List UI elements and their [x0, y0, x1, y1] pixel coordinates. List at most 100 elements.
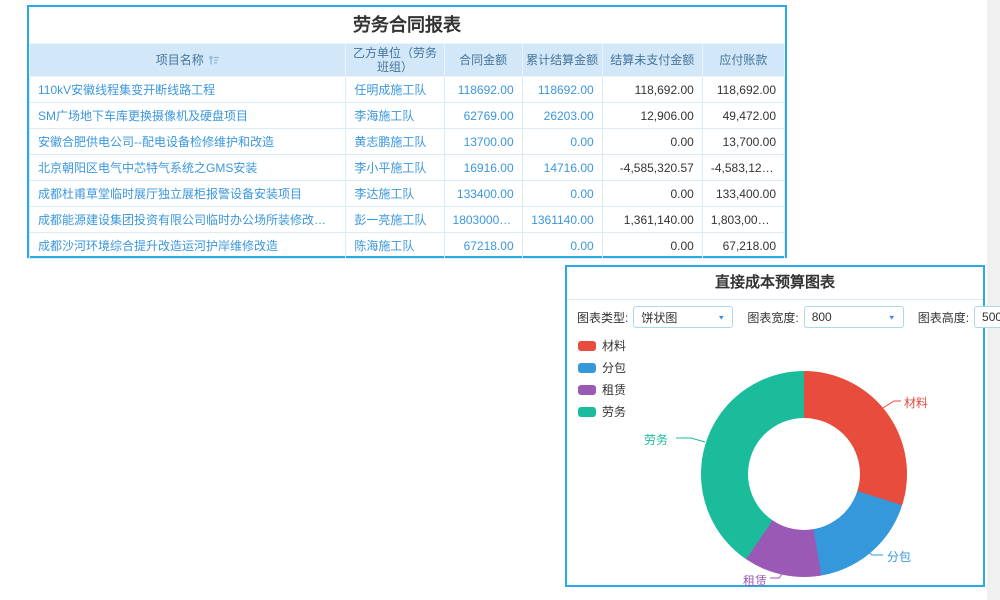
table-cell: 26203.00: [522, 103, 602, 129]
chart-width-value: 800: [812, 310, 832, 324]
table-row: 成都能源建设集团投资有限公司临时办公场所装修改造工程EPC彭一亮施工队18030…: [30, 207, 785, 233]
slice-label-subcontract: 分包: [887, 548, 911, 565]
table-cell: 0.00: [522, 181, 602, 207]
table-cell: -4,583,120.57: [702, 155, 784, 181]
table-header-row: 项目名称 乙方单位（劳务班组） 合同金额 累计结算金额 结算未支付金额: [30, 44, 785, 77]
table-cell: 1361140.00: [522, 207, 602, 233]
table-cell: 13,700.00: [702, 129, 784, 155]
table-cell: 1803000.00: [444, 207, 522, 233]
table-body: 110kV安徽线程集变开断线路工程任明成施工队118692.00118692.0…: [30, 77, 785, 259]
legend-label: 劳务: [602, 403, 626, 420]
chart-type-select[interactable]: 饼状图 ▼: [633, 306, 733, 328]
column-header-label: 项目名称: [156, 53, 204, 67]
column-header-payable: 应付账款: [702, 44, 784, 77]
table-cell: 49,472.00: [702, 103, 784, 129]
slice-label-rental: 租赁: [743, 572, 767, 589]
table-cell: 0.00: [602, 233, 702, 259]
table-cell: 0.00: [602, 181, 702, 207]
table-row: 成都沙河环境综合提升改造运河护岸维修改造陈海施工队67218.000.000.0…: [30, 233, 785, 259]
table-cell: 0.00: [522, 129, 602, 155]
chart-height-select[interactable]: 500 ▼: [974, 306, 1000, 328]
table-cell: 黄志鹏施工队: [346, 129, 444, 155]
project-name-link[interactable]: 成都能源建设集团投资有限公司临时办公场所装修改造工程EPC: [30, 207, 346, 233]
legend-item[interactable]: 劳务: [578, 403, 626, 420]
chart-width-control: 图表宽度: 800 ▼: [747, 306, 903, 328]
labor-contract-table: 项目名称 乙方单位（劳务班组） 合同金额 累计结算金额 结算未支付金额: [29, 43, 785, 259]
table-cell: 彭一亮施工队: [346, 207, 444, 233]
table-cell: -4,585,320.57: [602, 155, 702, 181]
report-title: 劳务合同报表: [29, 7, 785, 43]
page-right-margin: [987, 0, 1000, 600]
chevron-down-icon: ▼: [888, 313, 896, 320]
chart-width-label: 图表宽度:: [747, 309, 798, 326]
table-cell: 李小平施工队: [346, 155, 444, 181]
chart-height-control: 图表高度: 500 ▼: [918, 306, 1000, 328]
chart-height-label: 图表高度:: [918, 309, 969, 326]
slice-label-materials: 材料: [904, 394, 928, 411]
table-cell: 118692.00: [522, 77, 602, 103]
table-cell: 陈海施工队: [346, 233, 444, 259]
legend-swatch-icon: [578, 363, 596, 373]
table-row: 110kV安徽线程集变开断线路工程任明成施工队118692.00118692.0…: [30, 77, 785, 103]
legend-swatch-icon: [578, 341, 596, 351]
table-cell: 13700.00: [444, 129, 522, 155]
pie-chart-area: 材料分包租赁劳务 材料 分包 租赁 劳务: [567, 334, 983, 584]
table-cell: 133,400.00: [702, 181, 784, 207]
table-cell: 0.00: [522, 233, 602, 259]
legend-swatch-icon: [578, 385, 596, 395]
chart-title: 直接成本预算图表: [567, 267, 983, 300]
legend-label: 材料: [602, 337, 626, 354]
chart-controls: 图表类型: 饼状图 ▼ 图表宽度: 800 ▼ 图表高度: 500 ▼: [567, 300, 983, 334]
table-row: 成都杜甫草堂临时展厅独立展柜报警设备安装项目李达施工队133400.000.00…: [30, 181, 785, 207]
donut-hole: [748, 418, 860, 530]
column-header-contract-amount: 合同金额: [444, 44, 522, 77]
legend-label: 分包: [602, 359, 626, 376]
project-name-link[interactable]: 北京朝阳区电气中芯特气系统之GMS安装: [30, 155, 346, 181]
chart-width-select[interactable]: 800 ▼: [804, 306, 904, 328]
project-name-link[interactable]: 成都沙河环境综合提升改造运河护岸维修改造: [30, 233, 346, 259]
table-cell: 12,906.00: [602, 103, 702, 129]
table-cell: 118,692.00: [602, 77, 702, 103]
slice-label-labor: 劳务: [644, 431, 668, 448]
column-header-project-name: 项目名称: [30, 44, 346, 77]
legend-label: 租赁: [602, 381, 626, 398]
column-header-unpaid-amount: 结算未支付金额: [602, 44, 702, 77]
legend-swatch-icon: [578, 407, 596, 417]
table-cell: 李达施工队: [346, 181, 444, 207]
table-cell: 67,218.00: [702, 233, 784, 259]
table-cell: 李海施工队: [346, 103, 444, 129]
project-name-link[interactable]: 安徽合肥供电公司--配电设备检修维护和改造: [30, 129, 346, 155]
legend-item[interactable]: 分包: [578, 359, 626, 376]
table-row: 安徽合肥供电公司--配电设备检修维护和改造黄志鹏施工队13700.000.000…: [30, 129, 785, 155]
chevron-down-icon: ▼: [717, 313, 725, 320]
table-cell: 62769.00: [444, 103, 522, 129]
table-cell: 14716.00: [522, 155, 602, 181]
donut-pie-chart[interactable]: [701, 371, 907, 577]
chart-type-label: 图表类型:: [577, 309, 628, 326]
labor-contract-report-panel: 劳务合同报表 项目名称: [27, 5, 787, 258]
table-row: SM广场地下车库更换摄像机及硬盘项目李海施工队62769.0026203.001…: [30, 103, 785, 129]
table-cell: 67218.00: [444, 233, 522, 259]
table-row: 北京朝阳区电气中芯特气系统之GMS安装李小平施工队16916.0014716.0…: [30, 155, 785, 181]
column-header-settled-amount: 累计结算金额: [522, 44, 602, 77]
column-header-contractor: 乙方单位（劳务班组）: [346, 44, 444, 77]
project-name-link[interactable]: 成都杜甫草堂临时展厅独立展柜报警设备安装项目: [30, 181, 346, 207]
table-cell: 0.00: [602, 129, 702, 155]
chart-type-value: 饼状图: [641, 309, 677, 326]
table-cell: 1,803,000.00: [702, 207, 784, 233]
chart-type-control: 图表类型: 饼状图 ▼: [577, 306, 733, 328]
table-cell: 16916.00: [444, 155, 522, 181]
legend-item[interactable]: 租赁: [578, 381, 626, 398]
table-cell: 1,361,140.00: [602, 207, 702, 233]
project-name-link[interactable]: SM广场地下车库更换摄像机及硬盘项目: [30, 103, 346, 129]
table-cell: 133400.00: [444, 181, 522, 207]
legend-item[interactable]: 材料: [578, 337, 626, 354]
table-cell: 118,692.00: [702, 77, 784, 103]
chart-legend: 材料分包租赁劳务: [578, 337, 626, 425]
direct-cost-chart-panel: 直接成本预算图表 图表类型: 饼状图 ▼ 图表宽度: 800 ▼ 图表高度: 5…: [565, 265, 985, 587]
chart-height-value: 500: [982, 310, 1000, 324]
table-cell: 任明成施工队: [346, 77, 444, 103]
project-name-link[interactable]: 110kV安徽线程集变开断线路工程: [30, 77, 346, 103]
table-cell: 118692.00: [444, 77, 522, 103]
sort-ascending-icon[interactable]: [208, 54, 220, 66]
